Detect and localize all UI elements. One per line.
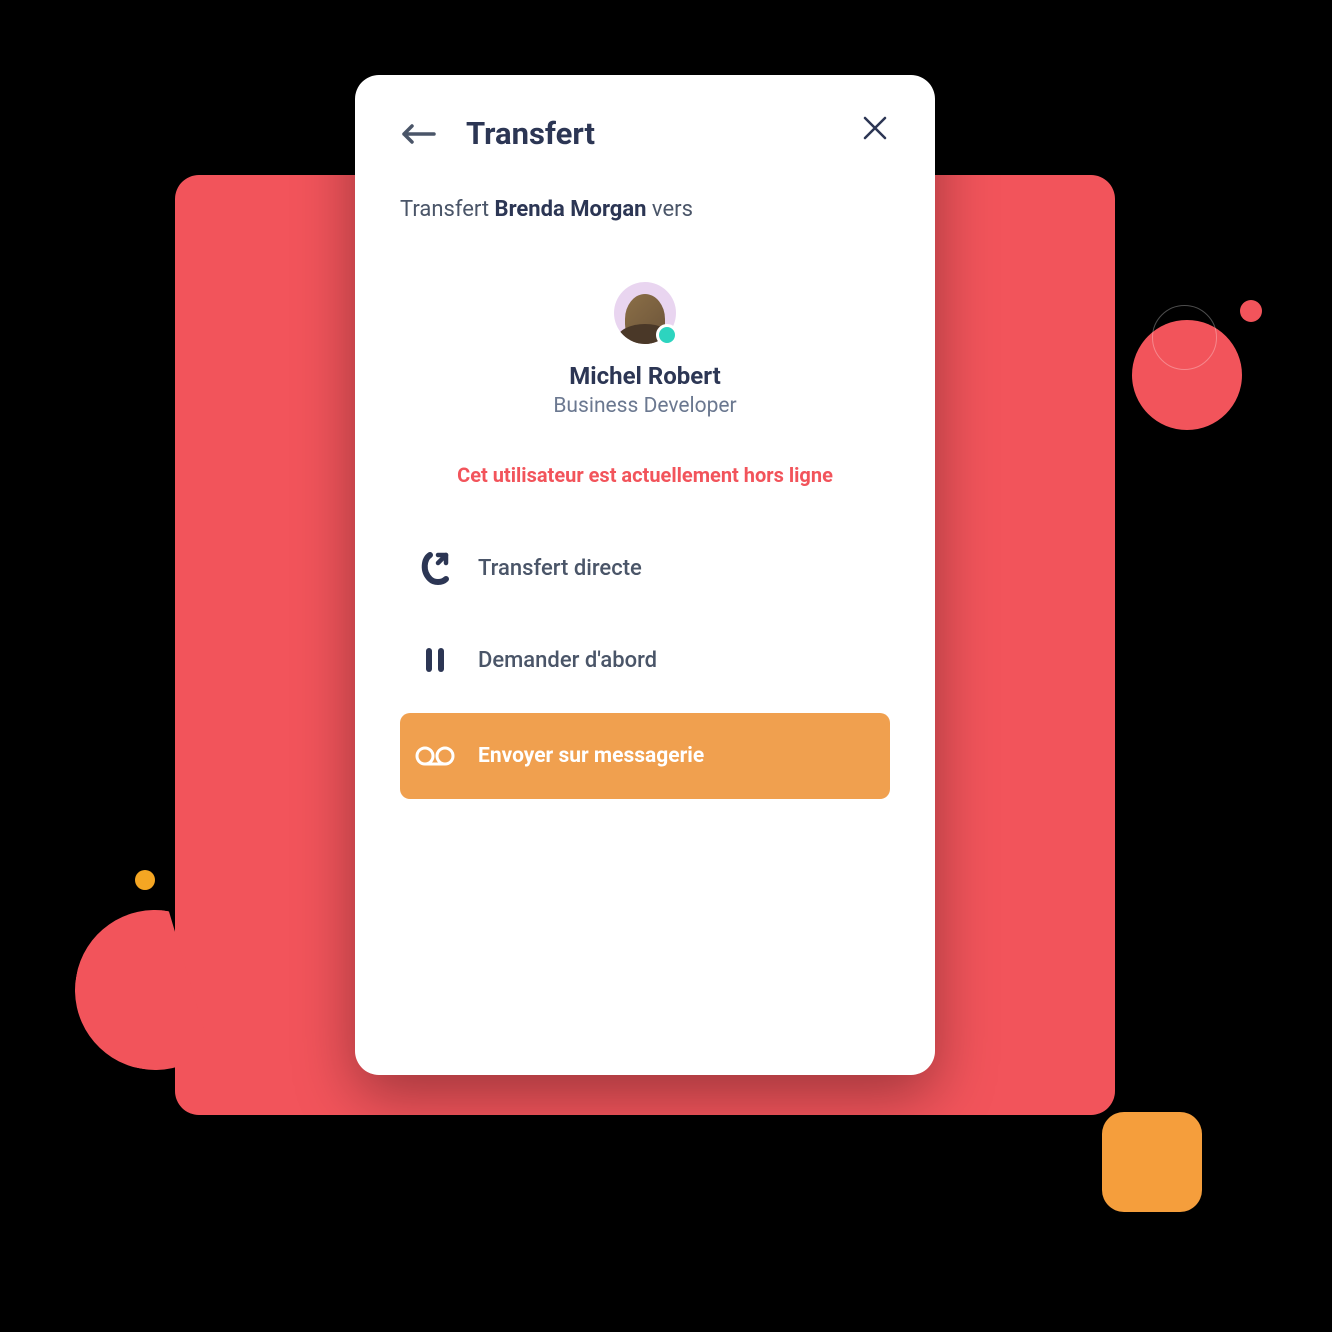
- close-icon: [862, 115, 888, 141]
- offline-warning: Cet utilisateur est actuellement hors li…: [400, 463, 890, 487]
- card-header: Transfert: [400, 115, 890, 152]
- option-label: Envoyer sur messagerie: [478, 744, 704, 768]
- avatar-wrapper: [614, 282, 676, 344]
- transfer-out-icon: [414, 547, 456, 589]
- transfer-suffix: vers: [646, 197, 692, 222]
- voicemail-icon: [414, 735, 456, 777]
- status-indicator: [656, 324, 678, 346]
- transfer-card: Transfert Transfert Brenda Morgan vers M…: [355, 75, 935, 1075]
- contact-role: Business Developer: [553, 394, 736, 418]
- decorative-dot: [1240, 300, 1262, 322]
- pause-icon: [414, 639, 456, 681]
- option-label: Transfert directe: [478, 556, 642, 581]
- decorative-square: [1102, 1112, 1202, 1212]
- caller-name: Brenda Morgan: [495, 197, 647, 222]
- contact-name: Michel Robert: [569, 362, 720, 390]
- close-button[interactable]: [860, 113, 890, 143]
- option-label: Demander d'abord: [478, 648, 657, 673]
- option-send-voicemail[interactable]: Envoyer sur messagerie: [400, 713, 890, 799]
- transfer-description: Transfert Brenda Morgan vers: [400, 197, 890, 222]
- option-ask-first[interactable]: Demander d'abord: [400, 621, 890, 699]
- option-direct-transfer[interactable]: Transfert directe: [400, 529, 890, 607]
- decorative-dot: [135, 870, 155, 890]
- contact-section: Michel Robert Business Developer: [400, 282, 890, 418]
- decorative-circle-outline: [1152, 305, 1217, 370]
- arrow-left-icon: [400, 123, 436, 145]
- page-title: Transfert: [466, 115, 595, 152]
- transfer-prefix: Transfert: [400, 197, 495, 222]
- back-button[interactable]: [400, 122, 436, 146]
